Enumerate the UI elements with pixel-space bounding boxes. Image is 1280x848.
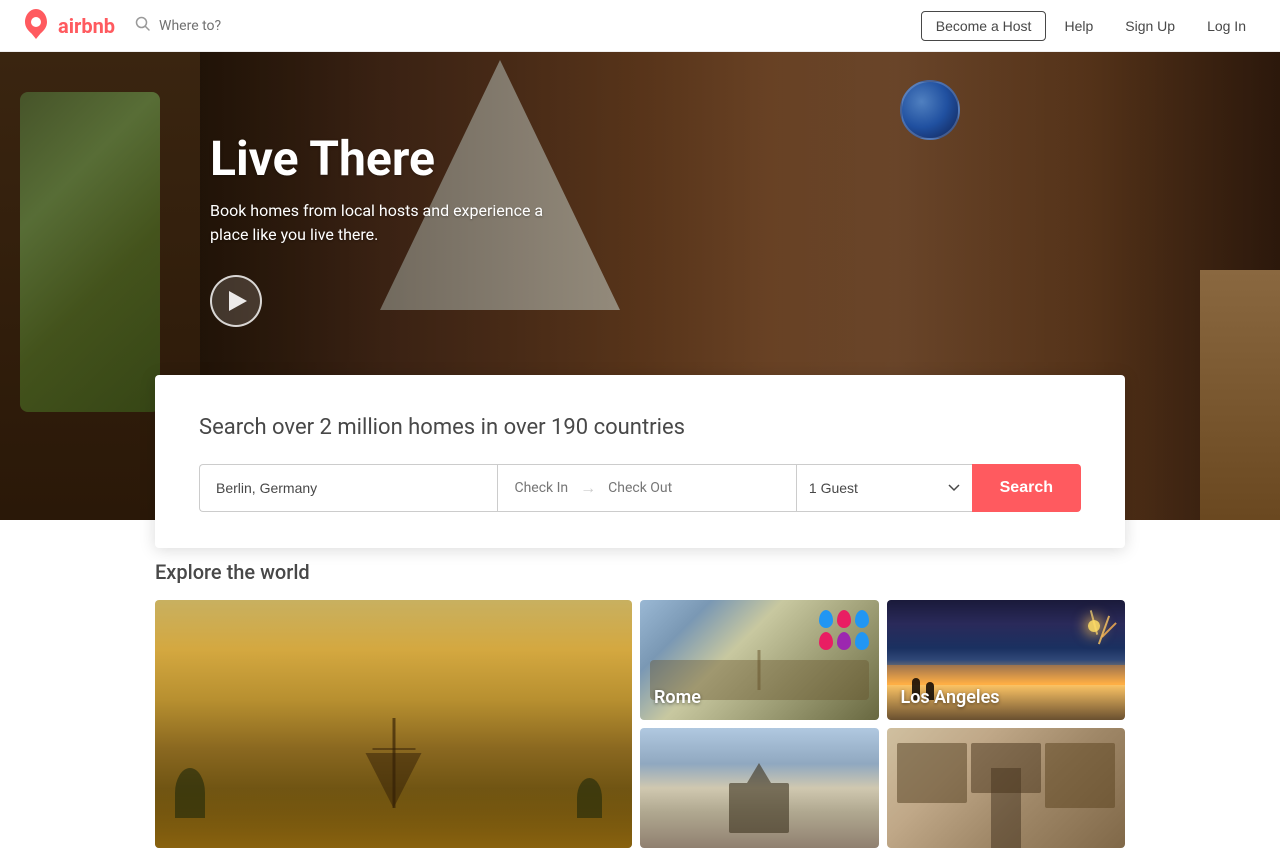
search-panel-heading: Search over 2 million homes in over 190 …	[199, 415, 1081, 440]
airbnb-logo-icon	[20, 8, 52, 44]
balloon-blue3	[855, 632, 869, 650]
nav-right-actions: Become a Host Help Sign Up Log In	[921, 11, 1260, 41]
balloon-pink2	[819, 632, 833, 650]
signup-button[interactable]: Sign Up	[1111, 12, 1189, 40]
explore-section: Explore the world	[155, 560, 1125, 848]
navbar: airbnb Where to? Become a Host Help Sign…	[0, 0, 1280, 52]
nav-search-bar[interactable]: Where to?	[135, 16, 921, 36]
explore-card-paris[interactable]	[155, 600, 632, 848]
balloon-pink1	[837, 610, 851, 628]
explore-card-city4[interactable]	[640, 728, 879, 848]
rome-label: Rome	[654, 687, 701, 708]
staircase-decoration	[1200, 270, 1280, 520]
play-video-button[interactable]	[210, 275, 262, 327]
mural-art-detail	[20, 92, 160, 412]
play-icon	[229, 291, 247, 311]
rome-balloons	[819, 610, 869, 650]
guests-select[interactable]: 1 Guest 2 Guests 3 Guests 4 Guests 5+ Gu…	[796, 464, 972, 512]
hero-subtitle: Book homes from local hosts and experien…	[210, 199, 550, 247]
airbnb-logo-text: airbnb	[58, 14, 115, 38]
location-input[interactable]	[199, 464, 497, 512]
balloon-blue1	[819, 610, 833, 628]
checkin-placeholder[interactable]: Check In	[514, 480, 568, 496]
la-label: Los Angeles	[901, 687, 1000, 708]
search-fields-row: Check In → Check Out 1 Guest 2 Guests 3 …	[199, 464, 1081, 512]
explore-grid: Rome Los Angeles	[155, 600, 1125, 848]
paris-bg	[155, 600, 632, 848]
hero-title: Live There	[210, 130, 550, 187]
balloon-purple	[837, 632, 851, 650]
logo-area[interactable]: airbnb	[20, 8, 115, 44]
checkout-placeholder[interactable]: Check Out	[608, 480, 672, 496]
hero-content: Live There Book homes from local hosts a…	[210, 130, 550, 327]
search-panel: Search over 2 million homes in over 190 …	[155, 375, 1125, 548]
explore-card-city5[interactable]	[887, 728, 1126, 848]
search-button[interactable]: Search	[972, 464, 1081, 512]
city4-bg	[640, 728, 879, 848]
login-button[interactable]: Log In	[1193, 12, 1260, 40]
help-button[interactable]: Help	[1050, 12, 1107, 40]
date-arrow-icon: →	[580, 478, 596, 498]
become-host-button[interactable]: Become a Host	[921, 11, 1047, 41]
city5-bg	[887, 728, 1126, 848]
nav-search-placeholder: Where to?	[159, 18, 221, 34]
nav-search-icon	[135, 16, 151, 36]
explore-card-rome[interactable]: Rome	[640, 600, 879, 720]
explore-card-la[interactable]: Los Angeles	[887, 600, 1126, 720]
balloon-blue2	[855, 610, 869, 628]
globe-decoration	[900, 80, 960, 140]
date-range-fields: Check In → Check Out	[497, 464, 795, 512]
explore-title: Explore the world	[155, 560, 1125, 584]
